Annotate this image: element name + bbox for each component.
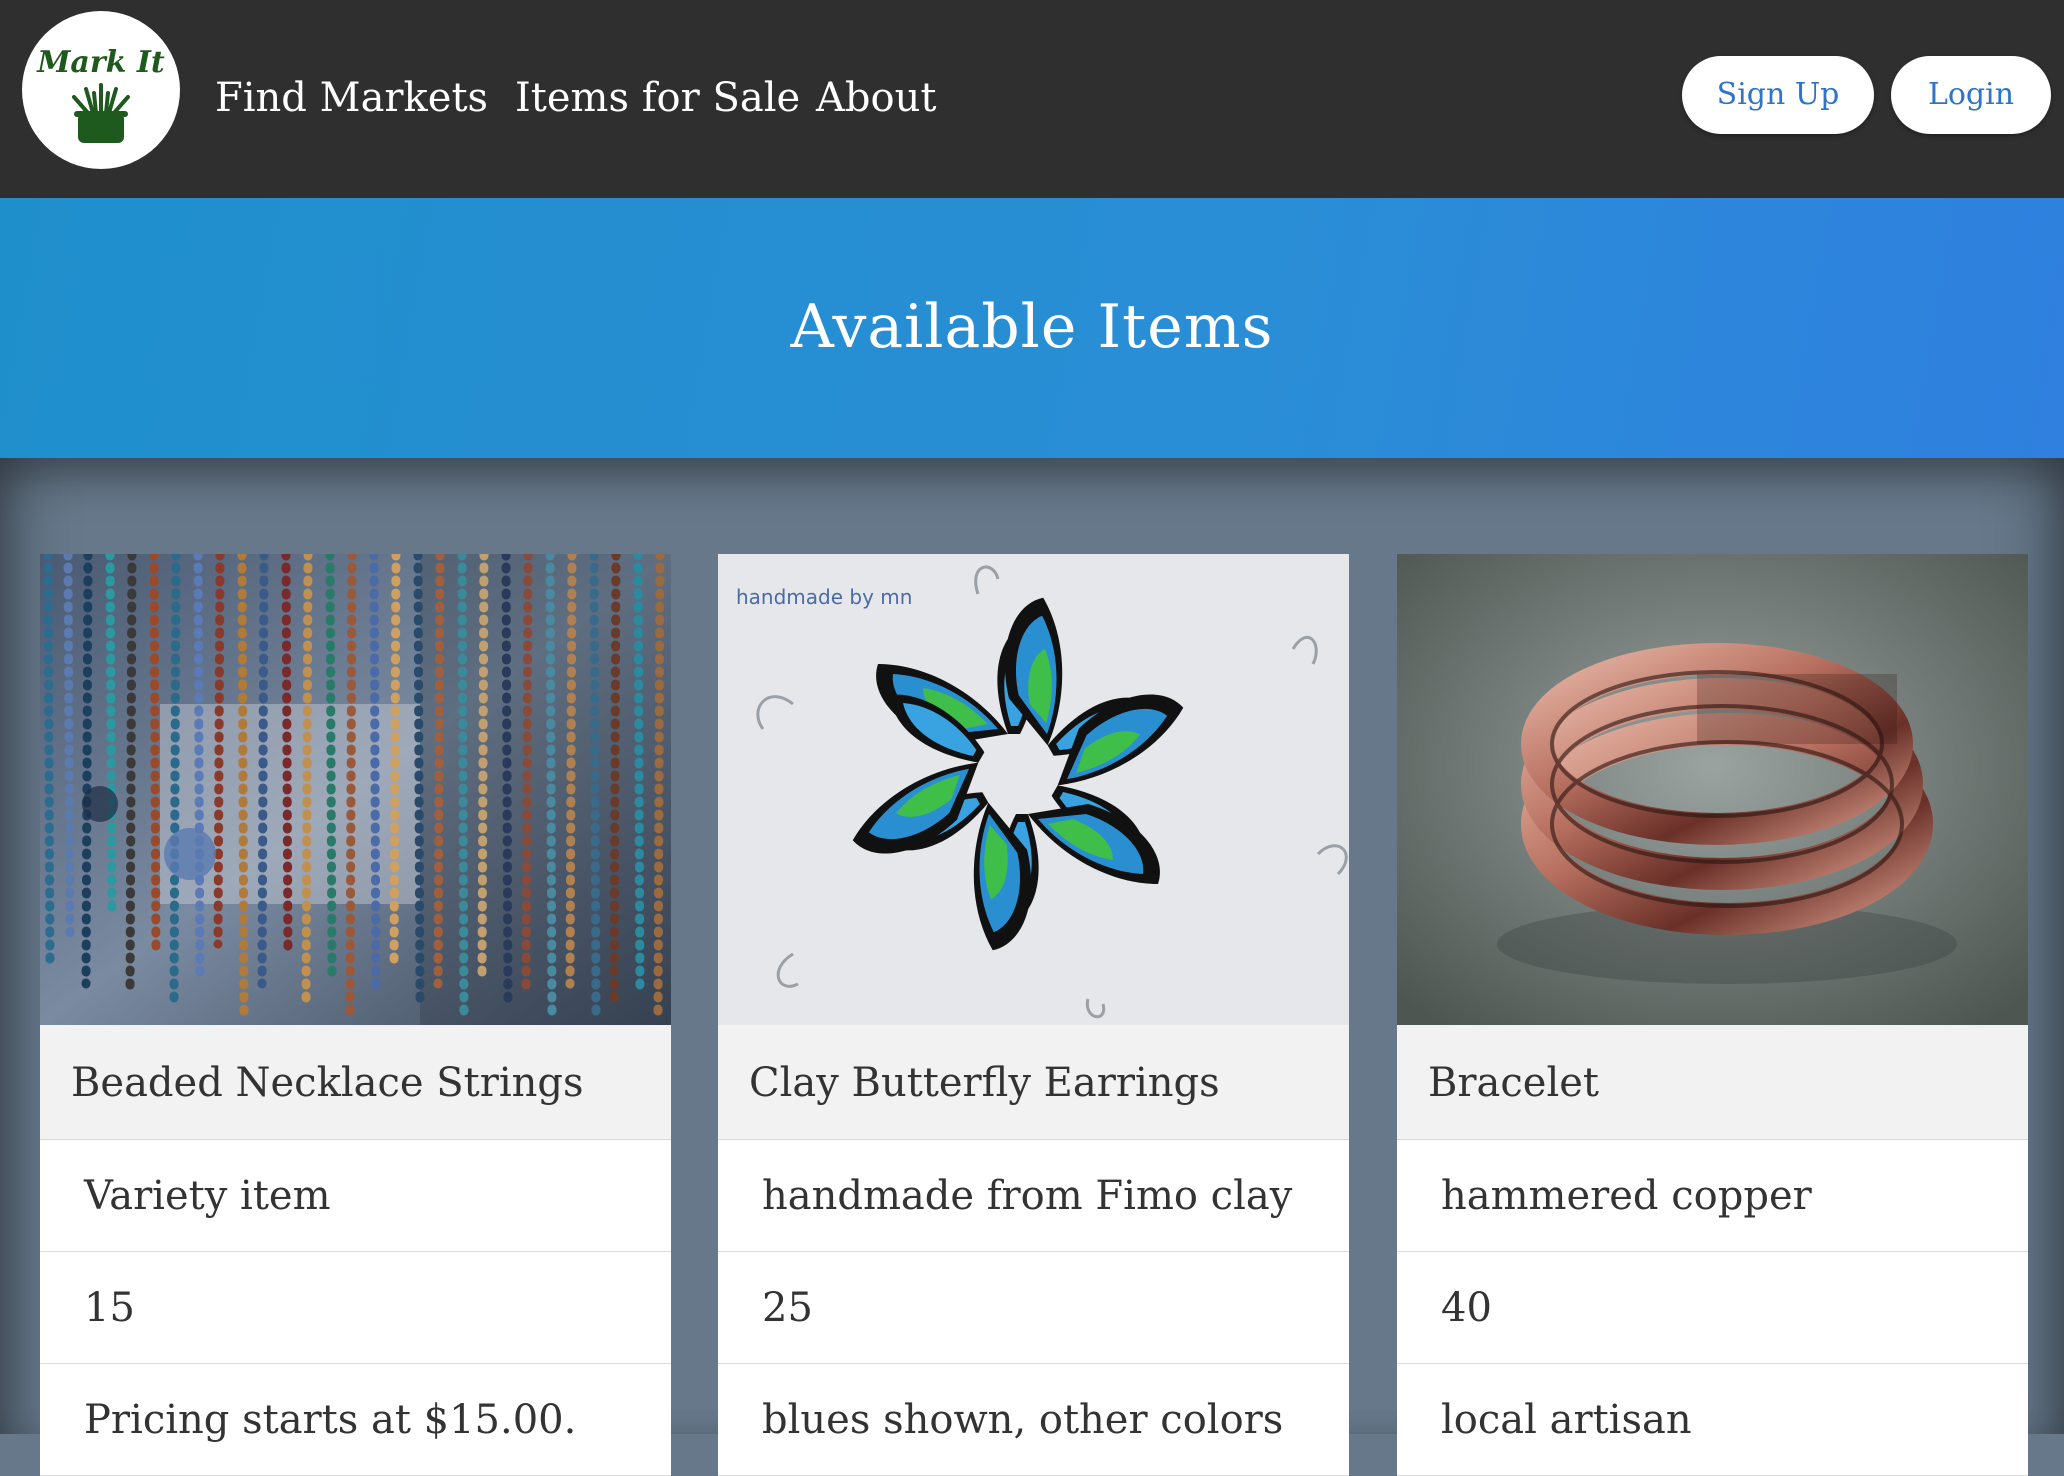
item-description-text: handmade from Fimo clay <box>762 1173 1293 1219</box>
item-description-text: Variety item <box>84 1173 331 1219</box>
card-header: Beaded Necklace Strings <box>40 1025 671 1140</box>
item-quantity-text: 15 <box>84 1285 135 1331</box>
item-quantity: 15 <box>40 1252 671 1364</box>
nav-link-about[interactable]: About <box>816 70 936 126</box>
image-watermark: handmade by mn <box>736 585 912 609</box>
item-note: local artisan <box>1397 1364 2028 1476</box>
item-quantity-text: 25 <box>762 1285 813 1331</box>
item-image-necklaces[interactable] <box>40 554 671 1025</box>
item-card: Beaded Necklace Strings Variety item 15 … <box>40 554 671 1476</box>
item-note-text: blues shown, other colors <box>762 1397 1284 1443</box>
logo[interactable]: Mark It <box>22 11 180 169</box>
item-quantity-text: 40 <box>1441 1285 1492 1331</box>
page-title: Available Items <box>790 292 1274 362</box>
card-header: Clay Butterfly Earrings <box>718 1025 1349 1140</box>
item-description: handmade from Fimo clay <box>718 1140 1349 1252</box>
item-description: Variety item <box>40 1140 671 1252</box>
item-card: handmade by mn Clay Butterfly Earrings h… <box>718 554 1349 1476</box>
item-title: Beaded Necklace Strings <box>71 1060 584 1106</box>
item-description: hammered copper <box>1397 1140 2028 1252</box>
item-note-text: local artisan <box>1441 1397 1692 1443</box>
signup-button[interactable]: Sign Up <box>1682 56 1874 134</box>
item-card: Bracelet hammered copper 40 local artisa… <box>1397 554 2028 1476</box>
nav-link-find-markets[interactable]: Find Markets <box>215 70 488 126</box>
logo-text: Mark It <box>37 45 165 80</box>
login-button[interactable]: Login <box>1891 56 2051 134</box>
item-image-bracelet[interactable] <box>1397 554 2028 1025</box>
card-header: Bracelet <box>1397 1025 2028 1140</box>
item-note: Pricing starts at $15.00. <box>40 1364 671 1476</box>
item-quantity: 25 <box>718 1252 1349 1364</box>
item-note: blues shown, other colors <box>718 1364 1349 1476</box>
item-quantity: 40 <box>1397 1252 2028 1364</box>
item-title: Clay Butterfly Earrings <box>749 1060 1220 1106</box>
item-note-text: Pricing starts at $15.00. <box>84 1397 577 1443</box>
item-title: Bracelet <box>1428 1060 1599 1106</box>
hero-banner: Available Items <box>0 198 2064 458</box>
navbar: Mark It Find Markets Items for Sale Abou… <box>0 0 2064 198</box>
item-description-text: hammered copper <box>1441 1173 1812 1219</box>
nav-link-items-for-sale[interactable]: Items for Sale <box>515 70 800 126</box>
item-image-earrings[interactable]: handmade by mn <box>718 554 1349 1025</box>
plant-basket-icon <box>72 83 130 143</box>
